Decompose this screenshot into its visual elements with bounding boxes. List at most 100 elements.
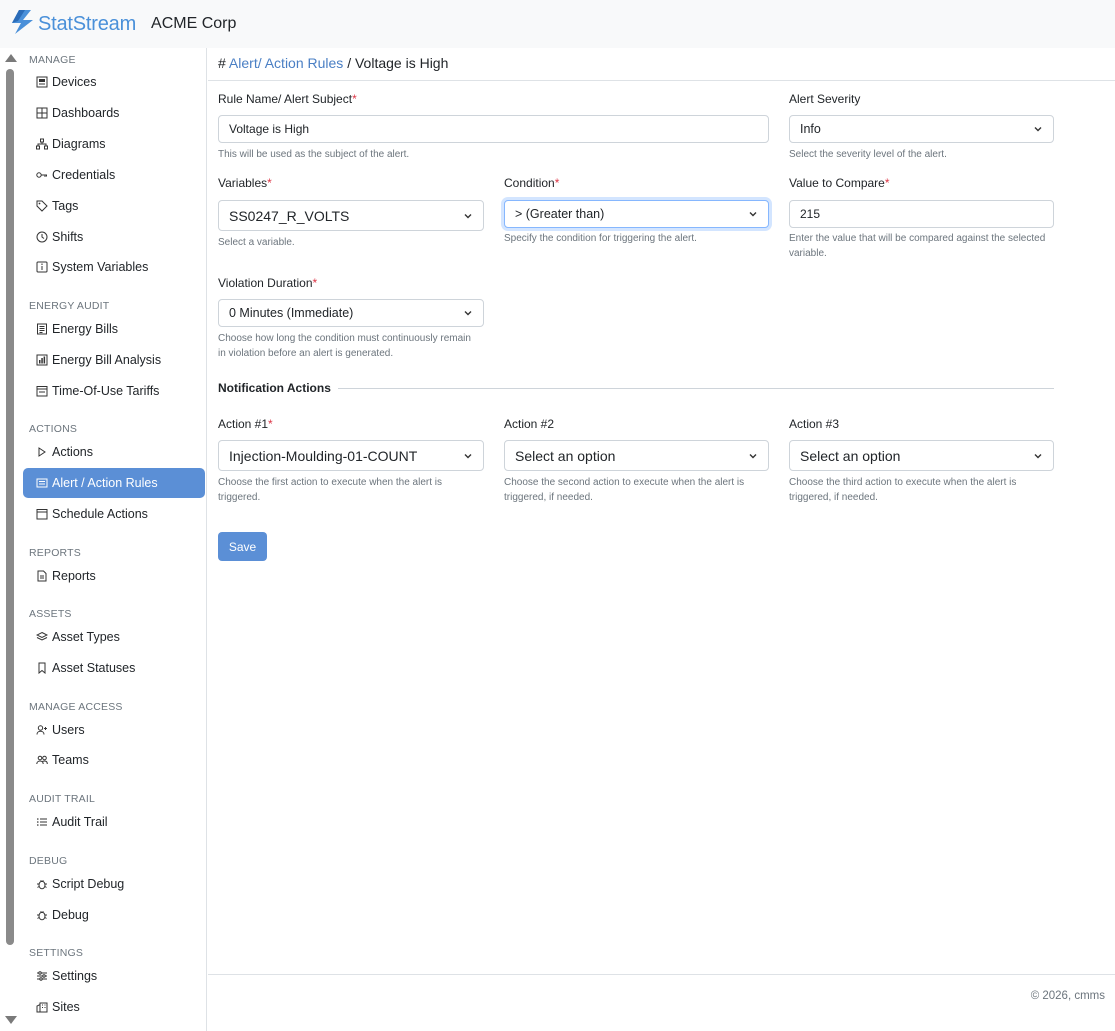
scroll-down-arrow-icon[interactable]: [5, 1016, 17, 1024]
action2-label: Action #2: [504, 417, 555, 431]
sidebar-item-label: Users: [52, 723, 85, 737]
scroll-up-arrow-icon[interactable]: [5, 54, 17, 62]
sidebar-item-script-debug[interactable]: Script Debug: [23, 869, 205, 899]
sidebar-item-shifts[interactable]: Shifts: [23, 222, 205, 252]
sidebar-item-dashboards[interactable]: Dashboards: [23, 98, 205, 128]
team-icon: [35, 754, 48, 767]
action1-help: Choose the first action to execute when …: [218, 477, 443, 503]
variables-label: Variables*: [218, 176, 272, 190]
bar-chart-icon: [35, 354, 48, 367]
sidebar-item-actions[interactable]: Actions: [23, 437, 205, 467]
sidebar-item-alert-action-rules[interactable]: Alert / Action Rules: [23, 468, 205, 498]
footer: © 2026, cmms: [208, 974, 1115, 1031]
sidebar-item-sites[interactable]: Sites: [23, 992, 205, 1022]
sidebar-item-asset-types[interactable]: Asset Types: [23, 622, 205, 652]
breadcrumb-separator: /: [347, 55, 352, 71]
sidebar-item-label: Debug: [52, 908, 89, 922]
sidebar-item-label: Energy Bills: [52, 322, 118, 336]
breadcrumb-parent-link[interactable]: Alert/ Action Rules: [229, 55, 343, 71]
sidebar-item-time-of-use-tariffs[interactable]: Time-Of-Use Tariffs: [23, 376, 205, 406]
clock-icon: [35, 231, 48, 244]
play-icon: [35, 446, 48, 459]
brand-logo[interactable]: StatStream: [9, 9, 136, 40]
violation-duration-label: Violation Duration*: [218, 276, 317, 290]
sidebar-item-energy-bill-analysis[interactable]: Energy Bill Analysis: [23, 345, 205, 375]
sidebar-item-users[interactable]: Users: [23, 715, 205, 745]
alert-severity-help: Select the severity level of the alert.: [789, 149, 947, 160]
buildings-icon: [35, 1001, 48, 1014]
action2-select[interactable]: Select an option: [504, 440, 769, 471]
scrollbar-thumb[interactable]: [6, 69, 14, 945]
tag-icon: [35, 200, 48, 213]
sidebar-item-label: Teams: [52, 753, 89, 767]
violation-duration-select[interactable]: 0 Minutes (Immediate): [218, 299, 484, 327]
condition-select[interactable]: > (Greater than): [504, 200, 769, 228]
sidebar-item-energy-bills[interactable]: Energy Bills: [23, 314, 205, 344]
sidebar-item-diagrams[interactable]: Diagrams: [23, 129, 205, 159]
condition-label: Condition*: [504, 176, 559, 190]
sidebar-item-tags[interactable]: Tags: [23, 191, 205, 221]
sidebar-item-label: System Variables: [52, 260, 149, 274]
action1-select[interactable]: Injection-Moulding-01-COUNT: [218, 440, 484, 471]
breadcrumb-divider: [208, 80, 1115, 81]
sidebar-item-label: Schedule Actions: [52, 507, 148, 521]
breadcrumb: # Alert/ Action Rules / Voltage is High: [218, 55, 448, 71]
action3-select[interactable]: Select an option: [789, 440, 1054, 471]
value-to-compare-input[interactable]: 215: [789, 200, 1054, 228]
sidebar-item-label: Settings: [52, 969, 98, 983]
sidebar-item-label: Tags: [52, 199, 79, 213]
sidebar-item-schedule-actions[interactable]: Schedule Actions: [23, 499, 205, 529]
bug-icon: [35, 878, 48, 891]
required-marker: *: [554, 176, 560, 190]
required-marker: *: [312, 276, 318, 290]
devices-icon: [35, 76, 48, 89]
sidebar-item-teams[interactable]: Teams: [23, 745, 205, 775]
notification-actions-divider: [338, 388, 1054, 389]
sidebar-item-label: Sites: [52, 1000, 80, 1014]
list-icon: [35, 816, 48, 829]
dashboard-icon: [35, 107, 48, 120]
sidebar-item-reports[interactable]: Reports: [23, 561, 205, 591]
rule-name-input[interactable]: Voltage is High: [218, 115, 769, 143]
sidebar-item-credentials[interactable]: Credentials: [23, 160, 205, 190]
save-button[interactable]: Save: [218, 532, 267, 561]
chevron-down-icon: [1034, 453, 1042, 458]
layers-icon: [35, 631, 48, 644]
sidebar-item-label: Diagrams: [52, 137, 106, 151]
sidebar-item-audit-trail[interactable]: Audit Trail: [23, 807, 205, 837]
sidebar-item-label: Devices: [52, 75, 97, 89]
sidebar-item-settings[interactable]: Settings: [23, 961, 205, 991]
sidebar-scrollbar[interactable]: [3, 48, 17, 1031]
statstream-logo-icon: [9, 9, 35, 40]
user-add-icon: [35, 724, 48, 737]
sidebar-item-devices[interactable]: Devices: [23, 67, 205, 97]
footer-copyright: © 2026, cmms: [1030, 990, 1105, 1002]
alert-severity-select[interactable]: Info: [789, 115, 1054, 143]
sidebar-item-label: Dashboards: [52, 106, 120, 120]
sidebar-item-asset-statuses[interactable]: Asset Statuses: [23, 653, 205, 683]
condition-value: > (Greater than): [515, 207, 605, 221]
value-to-compare-help: Enter the value that will be compared ag…: [789, 233, 1046, 259]
diagram-icon: [35, 138, 48, 151]
rule-name-value: Voltage is High: [229, 122, 310, 136]
sidebar-section-debug: DEBUG: [29, 855, 68, 867]
variables-select[interactable]: SS0247_R_VOLTS: [218, 200, 484, 231]
sidebar-item-label: Actions: [52, 445, 93, 459]
main-content: # Alert/ Action Rules / Voltage is High …: [208, 48, 1115, 974]
variables-help: Select a variable.: [218, 237, 295, 248]
sidebar-item-system-variables[interactable]: System Variables: [23, 252, 205, 282]
alert-severity-label: Alert Severity: [789, 92, 861, 106]
sidebar-section-audit-trail: AUDIT TRAIL: [29, 793, 95, 805]
sidebar-item-label: Asset Statuses: [52, 661, 136, 675]
required-marker: *: [267, 176, 272, 190]
sidebar-item-debug[interactable]: Debug: [23, 900, 205, 930]
chevron-down-icon: [749, 453, 757, 458]
violation-duration-value: 0 Minutes (Immediate): [229, 306, 354, 320]
chevron-down-icon: [464, 453, 472, 458]
value-to-compare-label-text: Value to Compare: [789, 176, 885, 190]
chevron-down-icon: [1034, 127, 1042, 132]
variables-label-text: Variables: [218, 176, 268, 190]
breadcrumb-current: Voltage is High: [354, 55, 449, 71]
bookmark-icon: [35, 662, 48, 675]
sidebar-section-reports: REPORTS: [29, 547, 81, 559]
